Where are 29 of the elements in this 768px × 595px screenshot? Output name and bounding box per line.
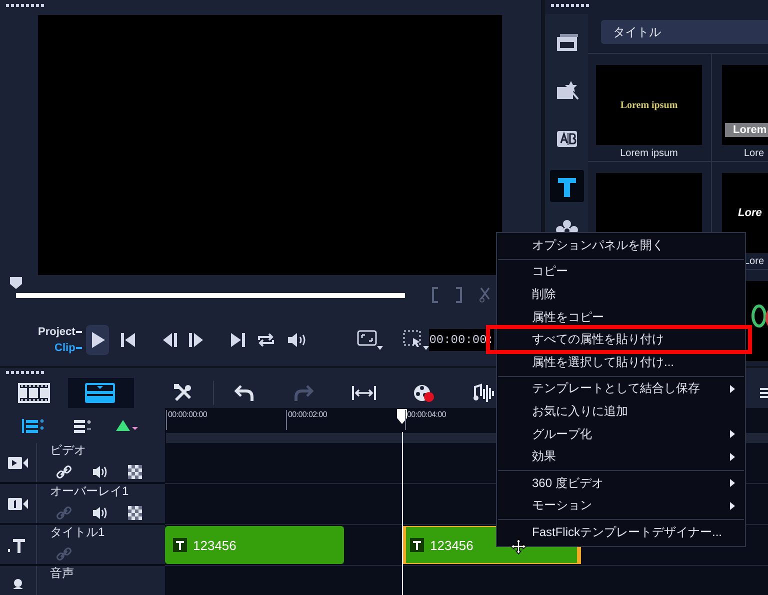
sample-text: Lorem xyxy=(725,123,768,137)
ruler-time-label: 00:00:04:00 xyxy=(405,410,446,430)
project-mode-label[interactable]: Project xyxy=(38,326,76,338)
track-name: 音声 xyxy=(50,566,74,581)
menu-item[interactable]: モーション xyxy=(532,497,592,514)
ruler-time-label: 00:00:00:00 xyxy=(166,410,207,430)
sample-text: Lorem ipsum xyxy=(620,100,678,110)
title-template-thumbnail[interactable]: Lorem xyxy=(722,65,768,145)
menu-item[interactable]: テンプレートとして結合し保存 xyxy=(532,380,700,398)
thumbnail-caption: Lore xyxy=(743,147,766,161)
sample-text: Lore xyxy=(738,207,762,219)
track-name: オーバーレイ1 xyxy=(50,484,130,499)
ruler-time-label: 00:00:02:00 xyxy=(286,410,327,430)
menu-item[interactable]: 削除 xyxy=(532,286,556,303)
menu-item[interactable]: すべての属性を貼り付け xyxy=(532,331,664,348)
menu-item[interactable]: グループ化 xyxy=(532,426,592,443)
thumbnail-caption: Lorem ipsum xyxy=(619,147,679,161)
menu-item[interactable]: 属性を選択して貼り付け... xyxy=(532,354,674,371)
category-dropdown[interactable]: タイトル xyxy=(601,20,768,44)
menu-item[interactable]: 360 度ビデオ xyxy=(532,474,604,492)
track-name: タイトル1 xyxy=(50,525,105,540)
menu-item[interactable]: 属性をコピー xyxy=(532,308,604,326)
menu-item[interactable]: お気に入りに追加 xyxy=(532,402,628,420)
title-template-thumbnail[interactable]: Lorem ipsum xyxy=(596,65,702,145)
track-name: ビデオ xyxy=(50,443,87,458)
menu-item[interactable]: オプションパネルを開く xyxy=(532,236,664,254)
menu-item[interactable]: 効果 xyxy=(532,448,556,466)
clip-mode-label[interactable]: Clip xyxy=(54,342,76,354)
menu-item[interactable]: コピー xyxy=(532,263,568,280)
